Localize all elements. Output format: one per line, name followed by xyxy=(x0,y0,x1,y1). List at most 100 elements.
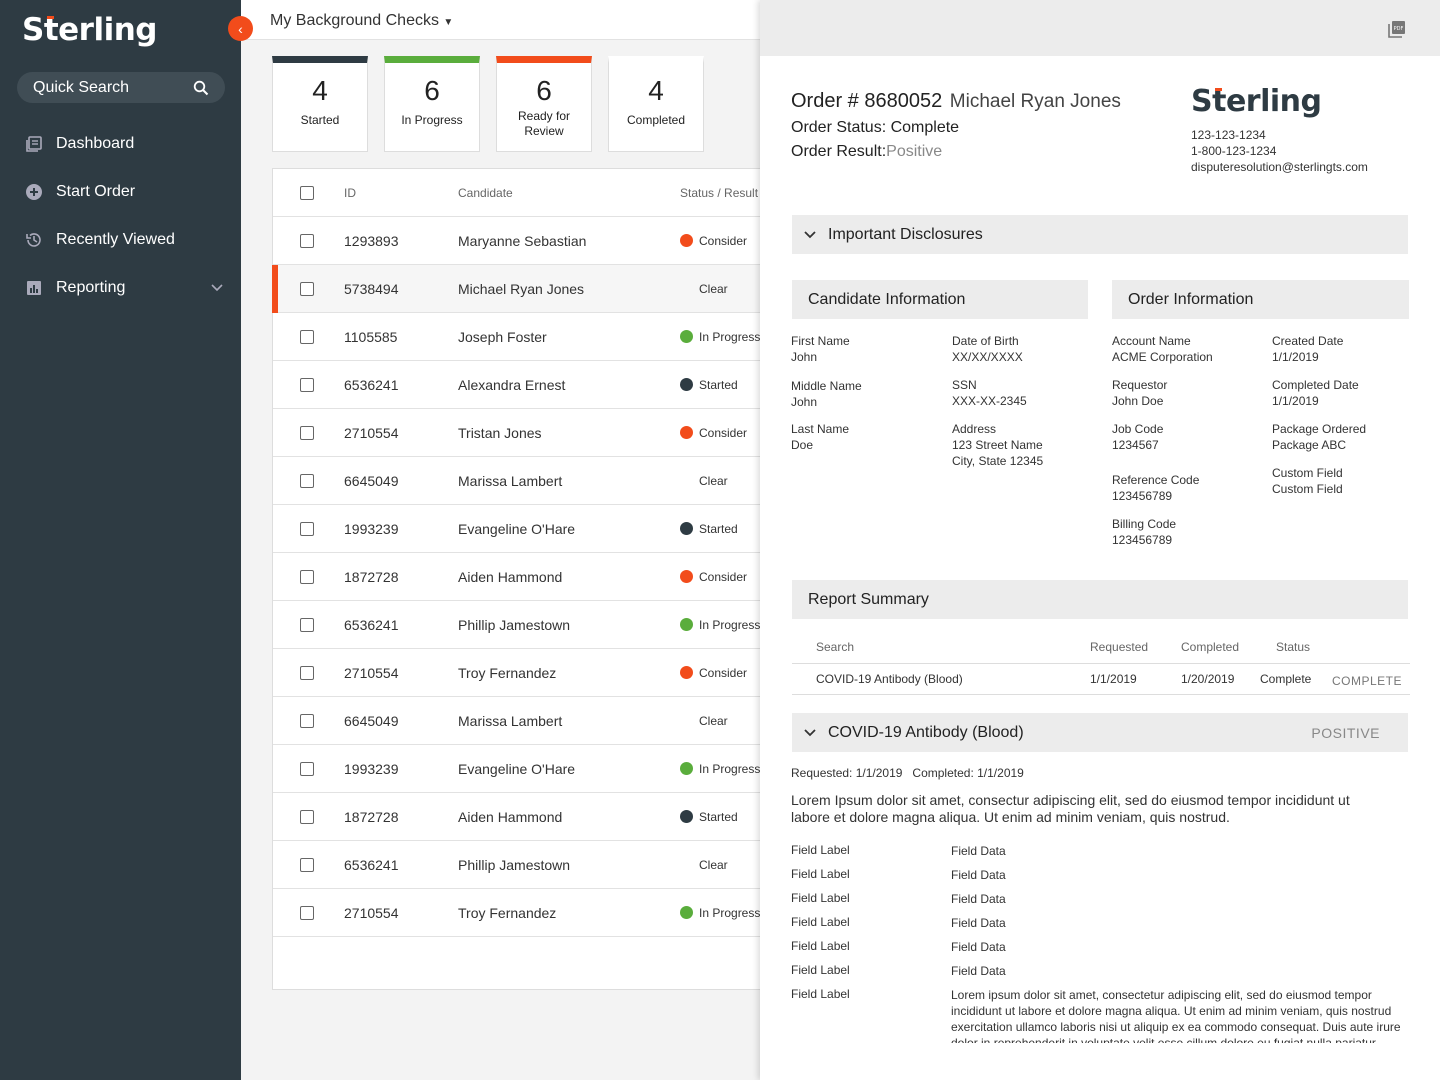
row-checkbox[interactable] xyxy=(300,521,314,536)
row-checkbox[interactable] xyxy=(300,329,314,344)
table-row[interactable]: 6645049 Marissa Lambert Clear xyxy=(273,697,760,745)
card-started[interactable]: 4 Started xyxy=(272,56,368,152)
page-title-dropdown[interactable]: My Background Checks ▼ xyxy=(270,12,453,30)
order-status: Order Status: Complete xyxy=(791,119,960,136)
card-count: 4 xyxy=(312,75,328,106)
email-link[interactable]: disputeresolution@sterlingts.com xyxy=(1191,159,1368,175)
row-checkbox[interactable] xyxy=(300,665,314,680)
row-checkbox[interactable] xyxy=(300,905,314,920)
table-row[interactable]: 2710554 Troy Fernandez Consider xyxy=(273,649,760,697)
table-row[interactable]: 1872728 Aiden Hammond Started xyxy=(273,793,760,841)
covid-result-badge: POSITIVE xyxy=(1311,724,1380,741)
status-cards: 4 Started 6 In Progress 6 Ready for Review … xyxy=(272,56,704,152)
order-result-value: Positive xyxy=(886,143,943,160)
sidebar-item-dashboard[interactable]: Dashboard xyxy=(0,120,241,168)
dashboard-icon xyxy=(24,134,44,154)
row-checkbox[interactable] xyxy=(300,281,314,296)
row-checkbox[interactable] xyxy=(300,857,314,872)
table-row[interactable]: 1293893 Maryanne Sebastian Consider xyxy=(273,217,760,265)
important-disclosures-header[interactable]: Important Disclosures xyxy=(792,215,1408,254)
sidebar-item-recently-viewed[interactable]: Recently Viewed xyxy=(0,216,241,264)
first-name-field: First Name John xyxy=(791,334,850,364)
table-row[interactable]: 1872728 Aiden Hammond Consider xyxy=(273,553,760,601)
row-id: 6536241 xyxy=(344,376,399,393)
sidebar-item-label: Reporting xyxy=(56,279,126,296)
table-row[interactable]: 6536241 Phillip Jamestown In Progress xyxy=(273,601,760,649)
row-candidate: Troy Fernandez xyxy=(458,904,557,921)
card-completed[interactable]: 4 Completed xyxy=(608,56,704,152)
status-dot-icon xyxy=(680,810,693,823)
row-checkbox[interactable] xyxy=(300,617,314,632)
row-id: 1993239 xyxy=(344,760,399,777)
sterling-logo[interactable]: Sterling xyxy=(22,12,157,48)
table-row[interactable]: 2710554 Troy Fernandez In Progress xyxy=(273,889,760,937)
bar-chart-icon xyxy=(24,278,44,298)
table-row[interactable]: 6536241 Alexandra Ernest Started xyxy=(273,361,760,409)
row-id: 5738494 xyxy=(344,280,399,297)
row-id: 2710554 xyxy=(344,664,399,681)
header-status[interactable]: Status / Result xyxy=(680,186,758,200)
order-information-header: Order Information xyxy=(1112,280,1409,319)
row-candidate: Maryanne Sebastian xyxy=(458,232,587,249)
table-header: ID Candidate Status / Result xyxy=(273,169,760,217)
table-row[interactable]: 1105585 Joseph Foster In Progress xyxy=(273,313,760,361)
row-candidate: Michael Ryan Jones xyxy=(458,280,585,297)
row-checkbox[interactable] xyxy=(300,713,314,728)
field-data: Field Data xyxy=(951,964,1006,978)
package-field: Package Ordered Package ABC xyxy=(1272,422,1367,452)
card-in-progress[interactable]: 6 In Progress xyxy=(384,56,480,152)
table-row[interactable]: 1993239 Evangeline O'Hare Started xyxy=(273,505,760,553)
background-checks-table: ID Candidate Status / Result 1293893 Mary… xyxy=(272,168,760,990)
row-checkbox[interactable] xyxy=(300,233,314,248)
account-name-field: Account Name ACME Corporation xyxy=(1112,334,1213,364)
select-all-checkbox[interactable] xyxy=(300,185,314,200)
history-icon xyxy=(24,230,44,250)
chevron-down-icon[interactable] xyxy=(211,279,223,297)
sidebar-item-start-order[interactable]: Start Order xyxy=(0,168,241,216)
table-row[interactable]: 6536241 Phillip Jamestown Clear xyxy=(273,841,760,889)
row-id: 1872728 xyxy=(344,808,399,825)
chevron-down-icon xyxy=(804,728,816,736)
status-dot-icon xyxy=(680,570,693,583)
quick-search-input[interactable]: Quick Search xyxy=(17,72,225,103)
row-checkbox[interactable] xyxy=(300,425,314,440)
covid-section-header[interactable]: COVID-19 Antibody (Blood) POSITIVE xyxy=(792,713,1408,752)
row-status: In Progress xyxy=(680,618,760,632)
field-data: Field Data xyxy=(951,844,1006,858)
header-candidate[interactable]: Candidate xyxy=(458,186,680,200)
card-ready-for-review[interactable]: 6 Ready for Review xyxy=(496,56,592,152)
row-checkbox[interactable] xyxy=(300,809,314,824)
phone-2: 1-800-123-1234 xyxy=(1191,144,1277,158)
field-data: Field Data xyxy=(951,892,1006,906)
header-id[interactable]: ID xyxy=(344,186,458,200)
table-row[interactable]: 6645049 Marissa Lambert Clear xyxy=(273,457,760,505)
row-checkbox[interactable] xyxy=(300,473,314,488)
row-candidate: Marissa Lambert xyxy=(458,712,563,729)
table-row[interactable]: 2710554 Tristan Jones Consider xyxy=(273,409,760,457)
collapse-sidebar-button[interactable]: ‹ xyxy=(228,16,253,41)
ssn-field: SSN XXX-XX-2345 xyxy=(952,378,1027,408)
field-label: Field Label xyxy=(791,987,850,1001)
row-candidate: Joseph Foster xyxy=(458,328,547,345)
row-checkbox[interactable] xyxy=(300,761,314,776)
pdf-icon[interactable]: PDF xyxy=(1388,20,1406,43)
row-status: Consider xyxy=(680,234,747,248)
row-status-label: Consider xyxy=(699,425,748,440)
custom-field: Custom Field Custom Field xyxy=(1272,466,1343,496)
sidebar-item-reporting[interactable]: Reporting xyxy=(0,264,241,312)
sterling-logo: St erling xyxy=(1191,84,1322,119)
field-label: Field Label xyxy=(791,843,850,857)
row-id: 1993239 xyxy=(344,520,399,537)
table-row[interactable]: 5738494 Michael Ryan Jones Clear xyxy=(272,265,760,313)
row-status-label: Started xyxy=(699,377,738,392)
field-data: Lorem ipsum dolor sit amet, consectetur … xyxy=(951,988,1401,1043)
field-label: Field Label xyxy=(791,867,850,881)
row-candidate: Phillip Jamestown xyxy=(458,856,571,873)
col-requested: Requested xyxy=(1090,640,1149,654)
row-checkbox[interactable] xyxy=(300,569,314,584)
row-checkbox[interactable] xyxy=(300,377,314,392)
report-summary-row[interactable]: COVID-19 Antibody (Blood) 1/1/2019 1/20/… xyxy=(792,664,1410,695)
table-row[interactable]: 1993239 Evangeline O'Hare In Progress xyxy=(273,745,760,793)
row-status: In Progress xyxy=(680,906,760,920)
row-status: Complete xyxy=(1260,672,1312,686)
